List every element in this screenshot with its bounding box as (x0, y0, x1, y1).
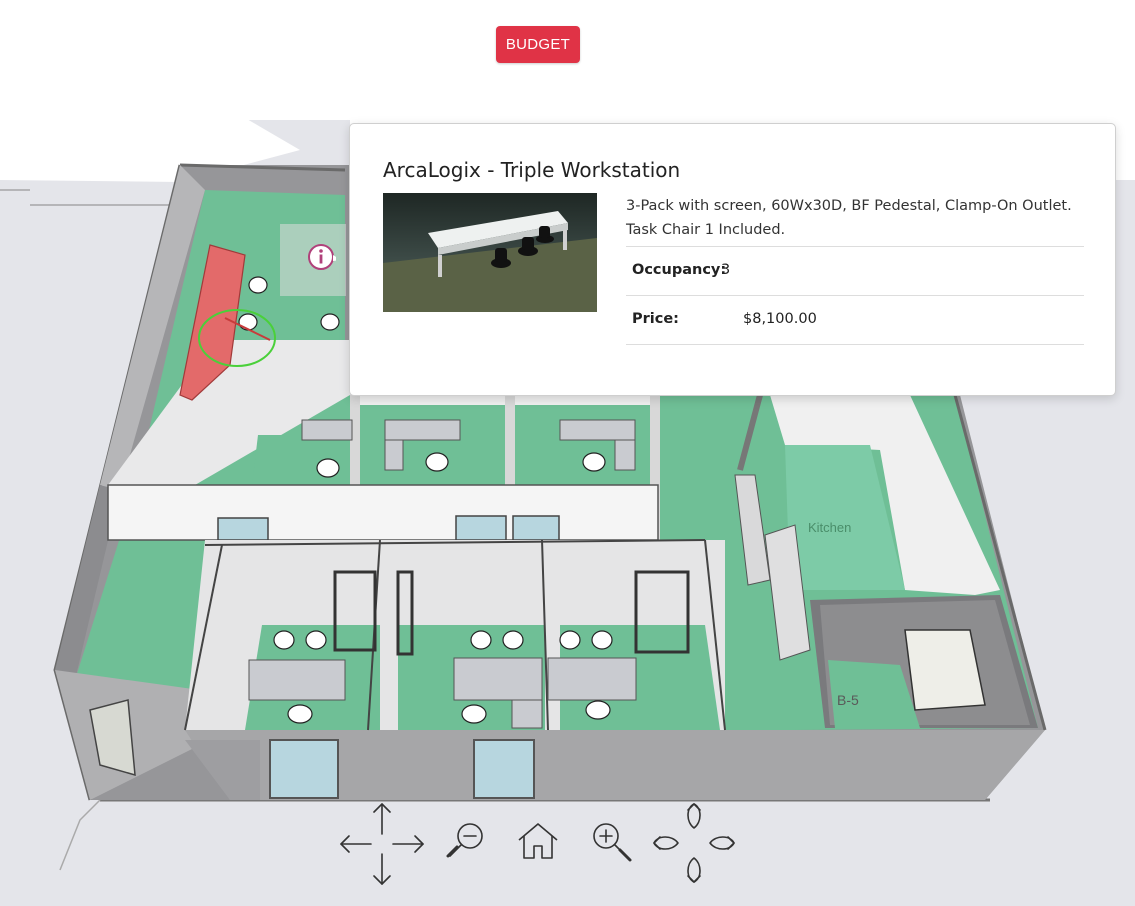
rotate-icon[interactable] (650, 800, 738, 886)
occupancy-label: Occupancy: (632, 262, 727, 278)
price-value: $8,100.00 (743, 311, 817, 327)
price-label: Price: (632, 311, 679, 327)
info-icon[interactable] (306, 242, 336, 272)
product-image (383, 193, 597, 312)
zoom-in-icon[interactable] (590, 820, 634, 864)
product-info-popup: ArcaLogix - Triple Workstation 3-Pack wi… (349, 123, 1116, 396)
occupancy-row: Occupancy: 3 (626, 246, 1084, 295)
product-description: 3-Pack with screen, 60Wx30D, BF Pedestal… (626, 198, 1072, 238)
pan-arrows-icon[interactable] (338, 800, 428, 888)
occupancy-value: 3 (721, 262, 731, 278)
room-b5-label: B-5 (837, 692, 859, 708)
price-row: Price: $8,100.00 (626, 295, 1084, 345)
product-title: ArcaLogix - Triple Workstation (383, 158, 681, 182)
home-icon[interactable] (516, 820, 560, 862)
kitchen-label: Kitchen (808, 520, 851, 535)
budget-button[interactable]: BUDGET (496, 26, 580, 63)
zoom-out-icon[interactable] (444, 820, 488, 864)
